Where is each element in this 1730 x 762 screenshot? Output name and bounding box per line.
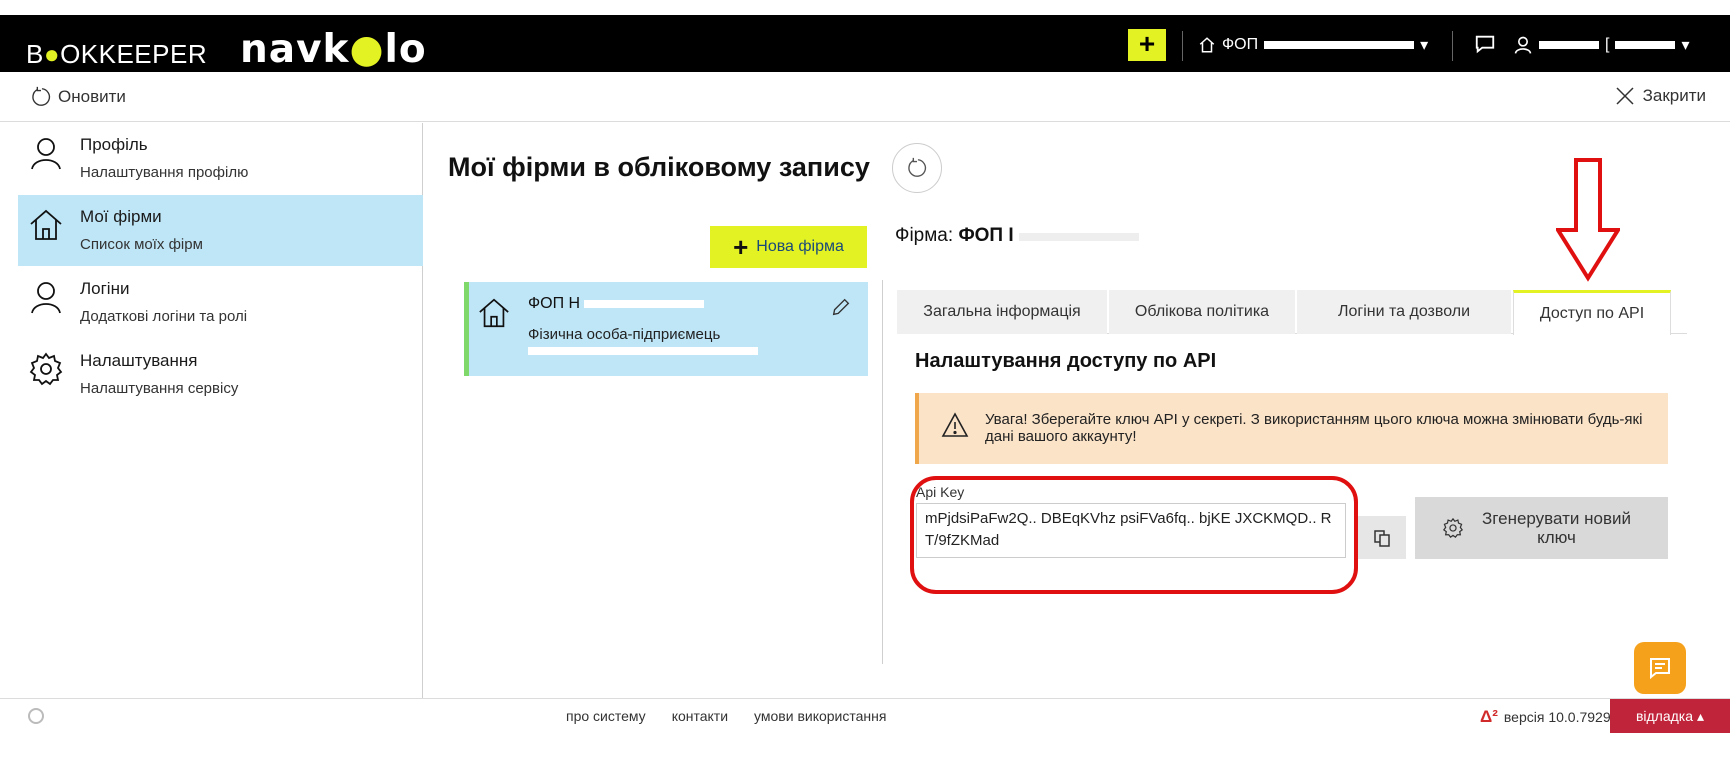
refresh-button[interactable]: Оновити (30, 86, 126, 108)
redacted-text (1018, 233, 1139, 241)
firm-card[interactable]: ФОП Н Фізична особа-підприємець (464, 282, 868, 376)
footer-link-terms[interactable]: умови використання (754, 708, 886, 724)
sidebar-item-my-firms[interactable]: Мої фірми Список моїх фірм (18, 195, 423, 266)
chevron-down-icon: ▾ (1681, 37, 1690, 54)
warning-icon (941, 412, 969, 437)
sidebar-item-settings[interactable]: Налаштування Налаштування сервісу (18, 339, 423, 410)
divider (1452, 31, 1453, 61)
section-title: Налаштування доступу по API (915, 350, 1217, 372)
divider (882, 280, 883, 664)
user-selector[interactable]: [ ▾ (1513, 35, 1689, 55)
chat-icon[interactable] (1474, 33, 1496, 55)
home-icon (479, 298, 509, 328)
add-button[interactable]: + (1128, 29, 1166, 61)
gear-icon (29, 352, 63, 386)
top-bar: B●OKKEEPER navk●lo + ФОП ▾ [ ▾ (0, 15, 1730, 72)
redacted-text (1615, 41, 1676, 49)
redacted-text (1539, 41, 1599, 49)
home-icon (30, 209, 62, 240)
generate-key-button[interactable]: Згенерувати новий ключ (1415, 497, 1668, 559)
refresh-icon (908, 157, 927, 177)
chevron-down-icon: ▾ (1420, 37, 1429, 54)
sidebar-item-profile[interactable]: Профіль Налаштування профілю (18, 123, 423, 194)
footer: про систему контакти умови використання … (0, 698, 1730, 733)
redacted-text (1264, 41, 1415, 49)
debug-button[interactable]: відладка ▴ (1610, 699, 1730, 733)
loading-spinner-icon (28, 708, 44, 724)
pencil-icon[interactable] (830, 296, 852, 318)
firm-card-name: ФОП Н (528, 295, 705, 313)
close-button[interactable]: Закрити (1615, 86, 1706, 106)
sidebar-item-logins[interactable]: Логіни Додаткові логіни та ролі (18, 267, 423, 338)
redacted-text (528, 347, 758, 355)
chat-button[interactable] (1634, 642, 1686, 694)
action-strip: Оновити Закрити (0, 72, 1730, 122)
footer-link-contacts[interactable]: контакти (672, 708, 728, 724)
bookkeeper-logo[interactable]: B●OKKEEPER (26, 39, 207, 70)
warning-banner: Увага! Зберегайте ключ API у секреті. З … (915, 393, 1668, 464)
annotation-highlight (910, 476, 1358, 594)
chat-icon (1650, 658, 1670, 680)
version-info: Δ² версія 10.0.7929 (1480, 707, 1611, 726)
firm-card-type: Фізична особа-підприємець (528, 326, 721, 343)
home-icon (1199, 37, 1215, 53)
selected-firm-label: Фірма: ФОП І (895, 225, 1139, 247)
navkolo-logo[interactable]: navk●lo (240, 27, 427, 72)
firm-selector[interactable]: ФОП ▾ (1198, 35, 1428, 55)
refresh-icon (32, 86, 51, 106)
tab-api-access[interactable]: Доступ по API (1513, 290, 1671, 335)
copy-icon (1374, 529, 1390, 547)
footer-link-about[interactable]: про систему (566, 708, 646, 724)
copy-button[interactable] (1358, 516, 1406, 559)
user-icon (1514, 36, 1532, 54)
user-icon (31, 138, 61, 170)
divider (1182, 31, 1183, 61)
firm-tabs: Загальна інформація Облікова політика Ло… (897, 290, 1687, 335)
close-icon (1616, 87, 1634, 105)
tab-logins-permissions[interactable]: Логіни та дозволи (1297, 290, 1511, 334)
new-firm-button[interactable]: + Нова фірма (710, 226, 867, 268)
vendor-logo: Δ² (1480, 707, 1498, 726)
gear-icon (1442, 517, 1463, 539)
annotation-arrow-icon (1556, 158, 1620, 282)
chevron-up-icon: ▴ (1697, 707, 1705, 724)
tab-accounting-policy[interactable]: Облікова політика (1109, 290, 1295, 334)
user-icon (31, 282, 61, 314)
firms-refresh-button[interactable] (892, 143, 942, 193)
page-title: Мої фірми в обліковому запису (448, 152, 870, 182)
sidebar: Профіль Налаштування профілю Мої фірми С… (18, 123, 423, 698)
plus-icon: + (733, 232, 749, 262)
redacted-text (584, 300, 705, 308)
tab-general-info[interactable]: Загальна інформація (897, 290, 1107, 334)
footer-links: про систему контакти умови використання (566, 708, 886, 724)
